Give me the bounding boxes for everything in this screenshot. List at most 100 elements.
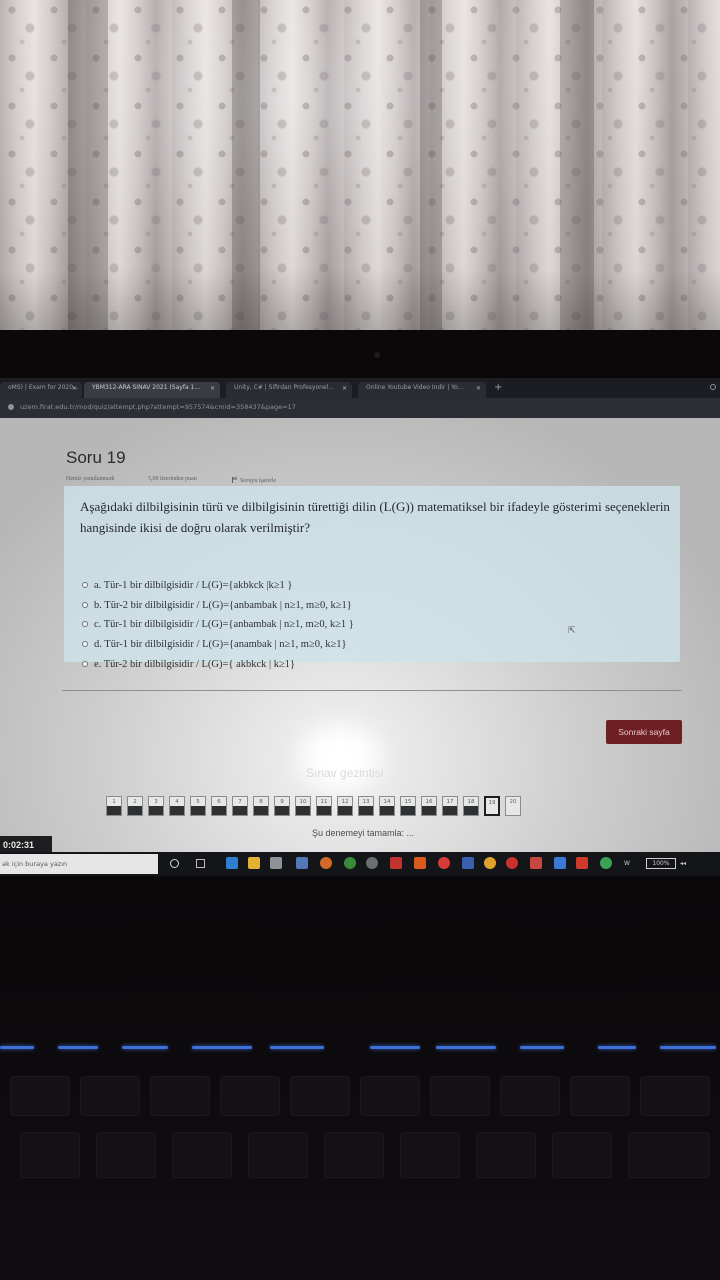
whatsapp-icon[interactable] bbox=[600, 857, 612, 869]
keyboard-backlight bbox=[520, 1046, 564, 1049]
finish-attempt-link[interactable]: Şu denemeyi tamamla: ... bbox=[312, 828, 414, 838]
quiz-nav-page-3[interactable]: 3 bbox=[148, 796, 164, 816]
quiz-nav-page-8[interactable]: 8 bbox=[253, 796, 269, 816]
browser-tab[interactable]: Online Youtube Video Indir | Yo... ✕ bbox=[358, 382, 486, 398]
app-icon[interactable] bbox=[530, 857, 542, 869]
question-text: Aşağıdaki dilbilgisinin türü ve dilbilgi… bbox=[80, 499, 670, 535]
keyboard-key bbox=[476, 1132, 536, 1178]
curtain-fold bbox=[420, 0, 442, 336]
laptop-screen: oMS) | Exam for 2020... ✕ YBM312-ARA SIN… bbox=[0, 378, 720, 876]
app-icon[interactable] bbox=[506, 857, 518, 869]
browser-tab[interactable]: oMS) | Exam for 2020... ✕ bbox=[0, 382, 82, 398]
quiz-nav-page-12[interactable]: 12 bbox=[337, 796, 353, 816]
curtain-fold bbox=[68, 0, 108, 336]
quiz-nav-page-11[interactable]: 11 bbox=[316, 796, 332, 816]
quiz-nav-page-1[interactable]: 1 bbox=[106, 796, 122, 816]
quiz-nav-page-4[interactable]: 4 bbox=[169, 796, 185, 816]
quiz-nav-page-17[interactable]: 17 bbox=[442, 796, 458, 816]
keyboard-key bbox=[248, 1132, 308, 1178]
answer-option-c[interactable]: c. Tür-1 bir dilbilgisidir / L(G)={anbam… bbox=[82, 619, 354, 630]
url-field[interactable]: uzem.firat.edu.tr/mod/quiz/attempt.php?a… bbox=[20, 403, 296, 411]
tray-label: W bbox=[624, 860, 630, 867]
keyboard-key bbox=[640, 1076, 710, 1116]
keyboard-key bbox=[628, 1132, 710, 1178]
app-icon[interactable] bbox=[366, 857, 378, 869]
new-tab-button[interactable]: + bbox=[494, 382, 502, 393]
answer-label: d. Tür-1 bir dilbilgisidir / L(G)={anamb… bbox=[94, 639, 347, 650]
quiz-navigation-title: Sınav gezintisi bbox=[306, 766, 384, 780]
webcam-icon bbox=[374, 352, 380, 358]
browser-tabbar: oMS) | Exam for 2020... ✕ YBM312-ARA SIN… bbox=[0, 378, 720, 398]
taskbar-search-input[interactable]: ak için buraya yazın bbox=[0, 854, 158, 874]
app-icon[interactable] bbox=[554, 857, 566, 869]
answer-option-a[interactable]: a. Tür-1 bir dilbilgisidir / L(G)={akbkc… bbox=[82, 580, 292, 591]
browser-tab[interactable]: Unity, C# | Sifirdan Profesyonel... ✕ bbox=[226, 382, 352, 398]
store-icon[interactable] bbox=[270, 857, 282, 869]
volume-icon[interactable]: ◂◂ bbox=[680, 860, 686, 867]
browser-icon[interactable] bbox=[320, 857, 332, 869]
close-icon[interactable]: ✕ bbox=[210, 385, 215, 392]
keyboard-key bbox=[290, 1076, 350, 1116]
radio-button[interactable] bbox=[82, 661, 88, 667]
quiz-nav-page-2[interactable]: 2 bbox=[127, 796, 143, 816]
answer-option-e[interactable]: e. Tür-2 bir dilbilgisidir / L(G)={ akbk… bbox=[82, 659, 295, 670]
address-bar: uzem.firat.edu.tr/mod/quiz/attempt.php?a… bbox=[0, 398, 720, 418]
keyboard-backlight bbox=[436, 1046, 496, 1049]
pdf-icon[interactable] bbox=[576, 857, 588, 869]
next-page-button[interactable]: Sonraki sayfa bbox=[606, 720, 682, 744]
laptop-keyboard bbox=[0, 876, 720, 1280]
edge-icon[interactable] bbox=[226, 857, 238, 869]
answer-label: a. Tür-1 bir dilbilgisidir / L(G)={akbkc… bbox=[94, 580, 293, 591]
keyboard-key bbox=[324, 1132, 384, 1178]
quiz-nav-page-15[interactable]: 15 bbox=[400, 796, 416, 816]
radio-button[interactable] bbox=[82, 582, 88, 588]
browser-tab-active[interactable]: YBM312-ARA SINAV 2021 (Sayfa 1... ✕ bbox=[84, 382, 220, 398]
quiz-nav-page-18[interactable]: 18 bbox=[463, 796, 479, 816]
keyboard-key bbox=[400, 1132, 460, 1178]
answer-option-d[interactable]: d. Tür-1 bir dilbilgisidir / L(G)={anamb… bbox=[82, 639, 347, 650]
quiz-nav-page-6[interactable]: 6 bbox=[211, 796, 227, 816]
app-icon[interactable] bbox=[414, 857, 426, 869]
answer-option-b[interactable]: b. Tür-2 bir dilbilgisidir / L(G)={anbam… bbox=[82, 600, 352, 611]
windows-taskbar: ak için buraya yazın W 100% ◂◂ bbox=[0, 852, 720, 876]
quiz-nav-page-13[interactable]: 13 bbox=[358, 796, 374, 816]
file-explorer-icon[interactable] bbox=[248, 857, 260, 869]
question-title: Soru 19 bbox=[66, 448, 126, 467]
quiz-nav-page-5[interactable]: 5 bbox=[190, 796, 206, 816]
mail-icon[interactable] bbox=[296, 857, 308, 869]
keyboard-key bbox=[150, 1076, 210, 1116]
lock-icon bbox=[8, 404, 14, 410]
task-view-icon[interactable] bbox=[196, 859, 205, 868]
browser-menu-icon[interactable] bbox=[710, 384, 716, 390]
curtain-fold bbox=[232, 0, 260, 336]
quiz-nav-page-9[interactable]: 9 bbox=[274, 796, 290, 816]
cortana-icon[interactable] bbox=[170, 859, 179, 868]
browser-tab-label: Unity, C# | Sifirdan Profesyonel... bbox=[234, 384, 334, 391]
radio-button[interactable] bbox=[82, 602, 88, 608]
quiz-nav-page-20[interactable]: 20 bbox=[505, 796, 521, 816]
divider bbox=[62, 690, 682, 691]
close-icon[interactable]: ✕ bbox=[476, 385, 481, 392]
keyboard-backlight bbox=[122, 1046, 168, 1049]
app-icon[interactable] bbox=[390, 857, 402, 869]
quiz-nav-page-7[interactable]: 7 bbox=[232, 796, 248, 816]
quiz-nav-page-19[interactable]: 19 bbox=[484, 796, 500, 816]
quiz-page: Soru 19 Henüz yanıtlanmadı 5,00 üzerinde… bbox=[0, 418, 720, 876]
quiz-nav-page-16[interactable]: 16 bbox=[421, 796, 437, 816]
quiz-nav-page-10[interactable]: 10 bbox=[295, 796, 311, 816]
answer-label: b. Tür-2 bir dilbilgisidir / L(G)={anbam… bbox=[94, 600, 352, 611]
quiz-nav-page-14[interactable]: 14 bbox=[379, 796, 395, 816]
flag-question-label: Soruyu işaretle bbox=[240, 478, 277, 484]
app-icon[interactable] bbox=[462, 857, 474, 869]
opera-icon[interactable] bbox=[438, 857, 450, 869]
chrome-icon[interactable] bbox=[484, 857, 496, 869]
radio-button[interactable] bbox=[82, 641, 88, 647]
battery-indicator[interactable]: 100% bbox=[646, 858, 676, 869]
close-icon[interactable]: ✕ bbox=[342, 385, 347, 392]
close-icon[interactable]: ✕ bbox=[72, 385, 77, 392]
app-icon[interactable] bbox=[344, 857, 356, 869]
radio-button[interactable] bbox=[82, 621, 88, 627]
flag-question-link[interactable]: Soruyu işaretle bbox=[232, 476, 276, 484]
keyboard-key bbox=[500, 1076, 560, 1116]
question-points: 5,00 üzerinden puan bbox=[148, 476, 197, 482]
